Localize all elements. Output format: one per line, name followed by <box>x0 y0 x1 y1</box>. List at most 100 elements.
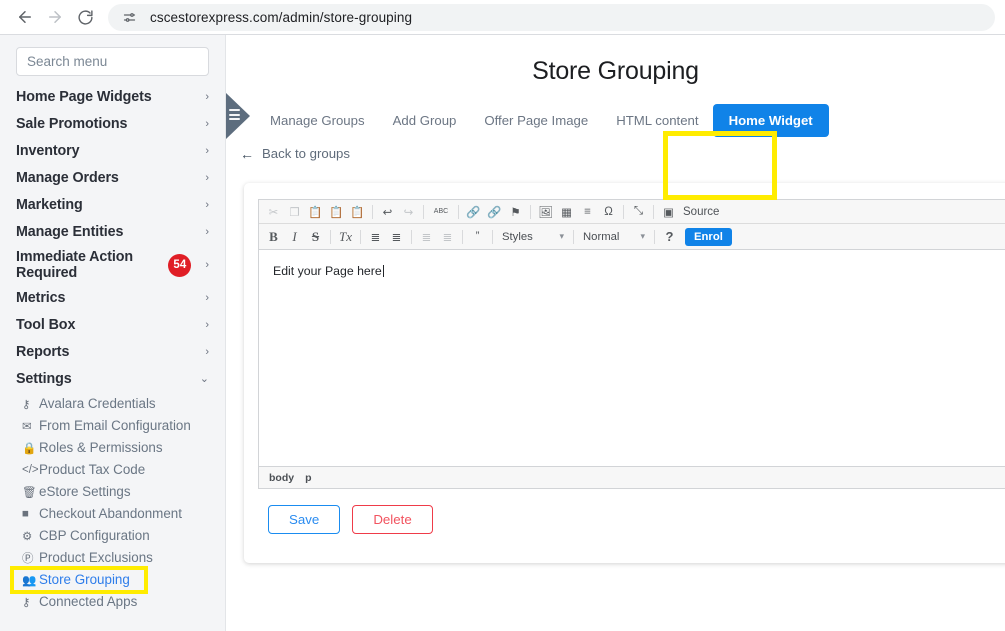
sidebar-item-label: eStore Settings <box>39 482 131 502</box>
sidebar-group-metrics[interactable]: Metrics› <box>0 285 225 312</box>
sidebar-group-marketing[interactable]: Marketing› <box>0 192 225 219</box>
spell-check-icon[interactable]: ABC <box>428 202 454 222</box>
copy-icon[interactable]: ❐ <box>284 202 305 222</box>
delete-button[interactable]: Delete <box>352 505 432 534</box>
enrol-button[interactable]: Enrol <box>685 228 732 246</box>
lock-icon: 🔒 <box>22 441 39 455</box>
element-path-body[interactable]: body <box>269 472 294 484</box>
sidebar-group-manage-orders[interactable]: Manage Orders› <box>0 165 225 192</box>
sidebar-item-cbp-configuration[interactable]: ⚙CBP Configuration <box>0 525 225 547</box>
sidebar-group-home-page-widgets[interactable]: Home Page Widgets› <box>0 84 225 111</box>
anchor-flag-icon[interactable]: ⚑ <box>505 202 526 222</box>
format-dropdown[interactable]: Normal▾ <box>578 227 650 247</box>
sidebar-group-inventory[interactable]: Inventory› <box>0 138 225 165</box>
sidebar-item-label: Checkout Abandonment <box>39 504 182 524</box>
tab-manage-groups[interactable]: Manage Groups <box>256 104 379 137</box>
numbered-list-icon[interactable]: ≣ <box>365 227 386 247</box>
circle-p-icon: Ⓟ <box>22 550 39 566</box>
help-icon[interactable]: ? <box>659 227 680 247</box>
reload-button[interactable] <box>70 2 100 32</box>
back-to-groups-link[interactable]: ← Back to groups <box>226 146 350 161</box>
sidebar-item-avalara-credentials[interactable]: ⚷Avalara Credentials <box>0 393 225 415</box>
cut-icon[interactable]: ✂ <box>263 202 284 222</box>
redo-icon[interactable]: ↪ <box>398 202 419 222</box>
source-button-label[interactable]: Source <box>679 206 723 218</box>
sidebar: Home Page Widgets›Sale Promotions›Invent… <box>0 35 226 631</box>
sidebar-group-settings[interactable]: Settings⌄ <box>0 366 225 393</box>
notification-badge: 54 <box>168 254 191 277</box>
sidebar-group-immediate-action-required[interactable]: Immediate Action Required54› <box>0 246 225 285</box>
sidebar-item-connected-apps[interactable]: ⚷Connected Apps <box>0 591 225 613</box>
chevron-right-icon: › <box>205 227 209 238</box>
unlink-icon[interactable]: 🔗 <box>484 202 505 222</box>
hamburger-menu-icon <box>229 109 240 120</box>
search-input[interactable] <box>16 47 209 76</box>
chevron-right-icon: › <box>205 320 209 331</box>
sidebar-group-sale-promotions[interactable]: Sale Promotions› <box>0 111 225 138</box>
maximize-icon[interactable]: ⤡ <box>628 202 649 222</box>
sidebar-group-tool-box[interactable]: Tool Box › <box>0 312 225 339</box>
sidebar-group-label: Home Page Widgets <box>16 86 199 108</box>
tab-html-content[interactable]: HTML content <box>602 104 712 137</box>
chevron-right-icon: › <box>205 200 209 211</box>
sidebar-item-product-tax-code[interactable]: </>Product Tax Code <box>0 459 225 481</box>
special-character-icon[interactable]: Ω <box>598 202 619 222</box>
sidebar-group-reports[interactable]: Reports› <box>0 339 225 366</box>
back-button[interactable] <box>10 2 40 32</box>
horizontal-rule-icon[interactable]: ≡ <box>577 202 598 222</box>
text-caret <box>383 265 384 277</box>
sidebar-item-checkout-abandonment[interactable]: ■Checkout Abandonment <box>0 503 225 525</box>
sidebar-toggle-tab[interactable] <box>226 93 250 139</box>
link-icon[interactable]: 🔗 <box>463 202 484 222</box>
sidebar-item-store-grouping[interactable]: 👥Store Grouping <box>0 569 225 591</box>
toolbar-separator <box>458 205 459 219</box>
sidebar-item-roles-permissions[interactable]: 🔒Roles & Permissions <box>0 437 225 459</box>
sidebar-item-product-exclusions[interactable]: ⓅProduct Exclusions <box>0 547 225 569</box>
chevron-right-icon: › <box>205 173 209 184</box>
editor-card: ✂❐📋📋📋↩↪ABC🔗🔗⚑🖼▦≡Ω⤡▣Source BISTx≣≣≣≣”Styl… <box>244 183 1005 563</box>
envelope-icon: ✉ <box>22 419 39 433</box>
sidebar-item-estore-settings[interactable]: 🗑eStore Settings <box>0 481 225 503</box>
editor-content-area[interactable]: Edit your Page here <box>259 250 1005 466</box>
table-icon[interactable]: ▦ <box>556 202 577 222</box>
toolbar-separator <box>423 205 424 219</box>
paste-icon[interactable]: 📋 <box>305 202 326 222</box>
toolbar-separator <box>530 205 531 219</box>
italic-icon[interactable]: I <box>284 227 305 247</box>
address-bar[interactable]: cscestorexpress.com/admin/store-grouping <box>108 4 995 31</box>
editor-toolbar-row-2: BISTx≣≣≣≣”Styles▾Normal▾?Enrol <box>259 224 1005 250</box>
strikethrough-icon[interactable]: S <box>305 227 326 247</box>
paste-from-word-icon[interactable]: 📋 <box>347 202 368 222</box>
forward-button[interactable] <box>40 2 70 32</box>
styles-dropdown[interactable]: Styles▾ <box>497 227 569 247</box>
paste-as-plain-text-icon[interactable]: 📋 <box>326 202 347 222</box>
sidebar-group-label: Tool Box <box>16 314 199 336</box>
tab-home-widget[interactable]: Home Widget <box>713 104 829 137</box>
toolbar-separator <box>462 230 463 244</box>
save-button[interactable]: Save <box>268 505 340 534</box>
element-path-p[interactable]: p <box>305 472 311 484</box>
sidebar-group-label: Immediate Action Required <box>16 246 168 285</box>
bulleted-list-icon[interactable]: ≣ <box>386 227 407 247</box>
sidebar-item-label: Product Tax Code <box>39 460 145 480</box>
tab-add-group[interactable]: Add Group <box>379 104 471 137</box>
tab-bar: Manage GroupsAdd GroupOffer Page ImageHT… <box>226 100 1005 140</box>
sidebar-item-from-email-configuration[interactable]: ✉From Email Configuration <box>0 415 225 437</box>
sidebar-group-label: Manage Entities <box>16 221 199 243</box>
chevron-right-icon: › <box>205 146 209 157</box>
toolbar-separator <box>372 205 373 219</box>
sidebar-group-manage-entities[interactable]: Manage Entities › <box>0 219 225 246</box>
undo-icon[interactable]: ↩ <box>377 202 398 222</box>
bold-icon[interactable]: B <box>263 227 284 247</box>
blockquote-icon[interactable]: ” <box>467 227 488 247</box>
forward-arrow-icon <box>46 8 64 26</box>
toolbar-separator <box>573 230 574 244</box>
site-settings-icon[interactable] <box>120 8 138 26</box>
chevron-down-icon: ▾ <box>640 231 645 242</box>
source-icon[interactable]: ▣ <box>658 202 679 222</box>
remove-format-icon[interactable]: Tx <box>335 227 356 247</box>
tab-offer-page-image[interactable]: Offer Page Image <box>470 104 602 137</box>
increase-indent-icon[interactable]: ≣ <box>437 227 458 247</box>
decrease-indent-icon[interactable]: ≣ <box>416 227 437 247</box>
image-icon[interactable]: 🖼 <box>535 202 556 222</box>
